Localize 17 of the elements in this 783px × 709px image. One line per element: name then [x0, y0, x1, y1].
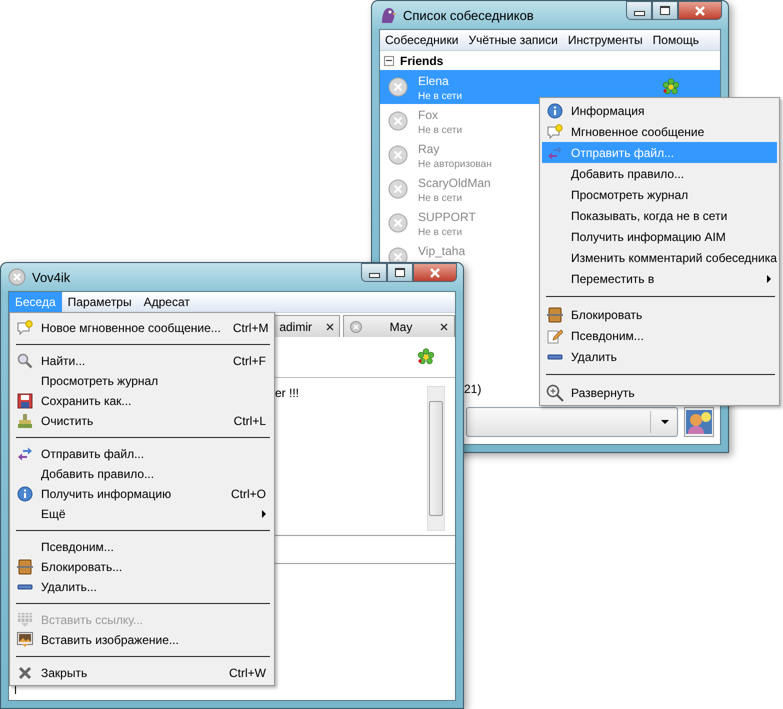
contact-name: Elena — [418, 74, 450, 88]
contact-name: SUPPORT — [418, 210, 476, 224]
contact-name: Vip_taha — [418, 244, 466, 258]
contact-status: Не в сети — [418, 91, 462, 102]
message-text: er !!! — [275, 386, 300, 402]
window-title: Список собеседников — [403, 8, 534, 22]
group-header: Friends — [400, 54, 444, 68]
contact-name: Fox — [418, 108, 440, 122]
contact-status: Не в сети — [418, 227, 464, 238]
window-title: Vov4ik — [32, 270, 70, 284]
menu-item: Вставить ссылку... — [12, 610, 272, 630]
status-text: 21) — [464, 382, 482, 398]
contact-name: ScaryOldMan — [418, 176, 491, 190]
contact-status: Не в сети — [418, 193, 464, 204]
contact-name: Ray — [418, 142, 440, 156]
contact-status: Не авторизован — [418, 159, 492, 170]
contact-status: Не в сети — [418, 125, 462, 136]
